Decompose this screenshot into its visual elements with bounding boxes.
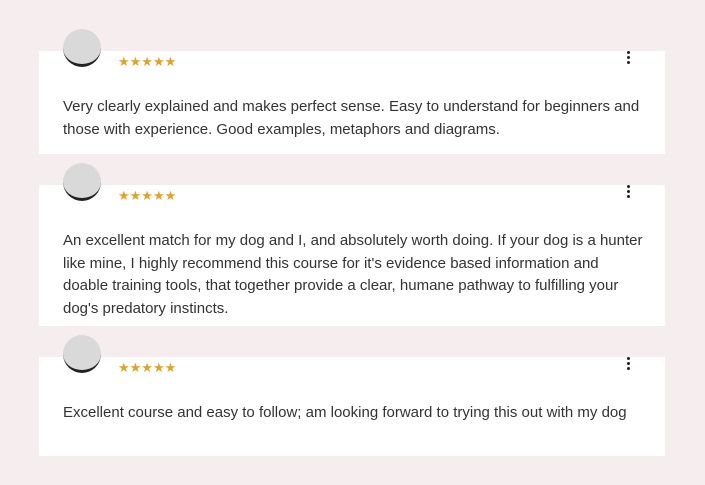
more-options-icon[interactable] [625,357,631,371]
review-card: ★★★★★ Very clearly explained and makes p… [39,29,665,154]
avatar [63,163,101,201]
review-card: ★★★★★ Excellent course and easy to follo… [39,335,665,456]
more-options-icon[interactable] [625,51,631,65]
star-rating: ★★★★★ [118,54,177,69]
review-text: Excellent course and easy to follow; am … [63,404,627,421]
review-text: Very clearly explained and makes perfect… [63,98,640,138]
avatar [63,29,101,67]
star-rating: ★★★★★ [118,360,177,375]
avatar [63,335,101,373]
review-card: ★★★★★ An excellent match for my dog and … [39,163,665,326]
more-options-icon[interactable] [625,185,631,199]
star-rating: ★★★★★ [118,188,177,203]
review-text: An excellent match for my dog and I, and… [63,232,643,317]
